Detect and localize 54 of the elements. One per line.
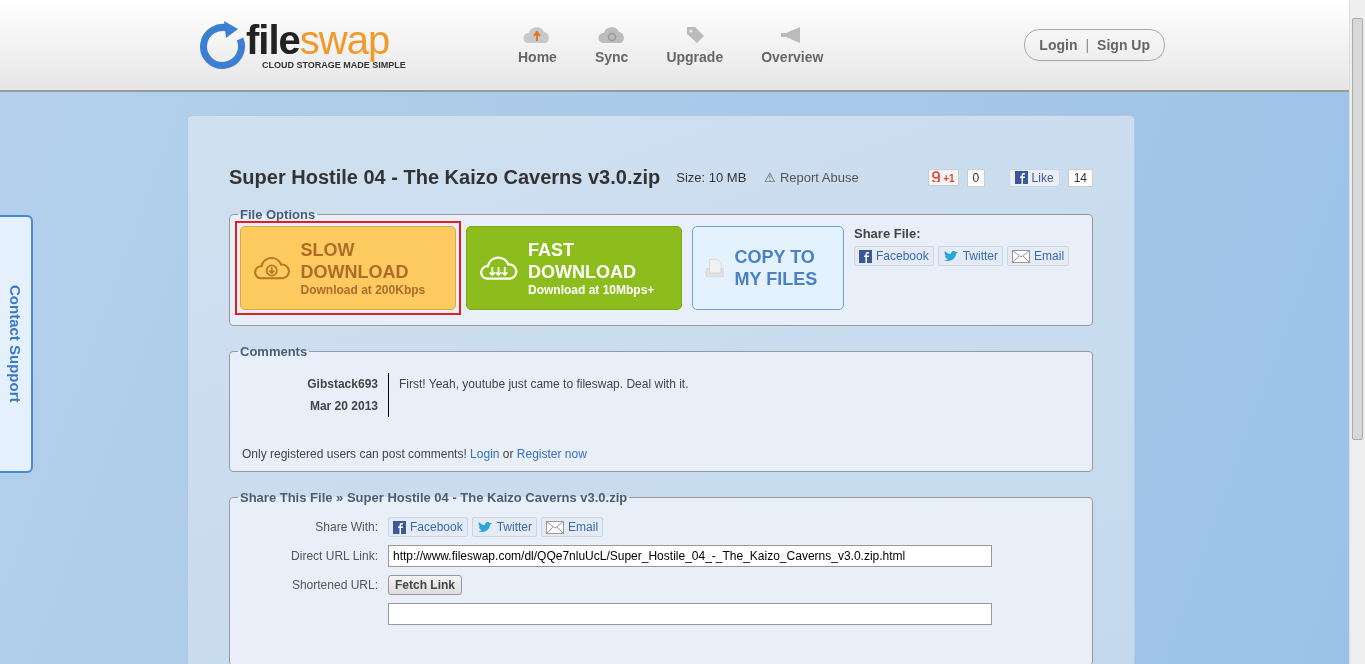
nav-link[interactable]: Overview xyxy=(761,25,824,65)
section-legend: File Options xyxy=(238,207,318,222)
like-button[interactable]: Like xyxy=(1009,168,1060,187)
field-label: Shortened URL: xyxy=(290,578,378,592)
facebook-icon xyxy=(1015,170,1029,184)
comment-notice: Only registered users can post comments! xyxy=(242,447,467,461)
url-field[interactable]: http://www.fileswap.com/dl/QQe7nluUcL/Super_Hostile_04_-_The_Kaizo_Caverns_v3.0.zip.html xyxy=(388,545,992,567)
copy-to-files-button[interactable]: COPY TO MY FILES xyxy=(692,226,844,310)
login-link[interactable]: Login xyxy=(470,447,500,461)
report-abuse-link[interactable]: ⚠ Report Abuse xyxy=(764,170,859,185)
scrollbar[interactable] xyxy=(1349,0,1365,664)
share-button[interactable]: Twitter xyxy=(471,517,538,537)
share-button[interactable]: Facebook xyxy=(854,246,934,266)
nav-link[interactable]: Sync xyxy=(594,25,629,65)
field-label: Direct URL Link: xyxy=(290,549,378,563)
bird-icon xyxy=(476,520,493,534)
file-size: Size: 10 MB xyxy=(676,170,747,185)
register-link[interactable]: Register now xyxy=(516,447,587,461)
field-label: Share With: xyxy=(314,520,378,534)
or-text: or xyxy=(502,447,514,461)
facebook-icon xyxy=(859,249,872,263)
comment-text: First! Yeah, youtube just came to fileswap. Deal with it. xyxy=(398,376,689,393)
comment-date: Mar 20 2013 xyxy=(308,398,378,415)
logo-wordmark[interactable]: fileswap xyxy=(246,20,406,60)
input-field[interactable] xyxy=(388,603,992,625)
google-plus-button[interactable]: +1 xyxy=(928,169,959,186)
google-plus-icon xyxy=(932,171,941,182)
envelope-icon xyxy=(546,520,565,534)
cloud-download-icon xyxy=(479,253,518,283)
comment-author: Gibstack693 xyxy=(306,376,378,393)
cloud-sync-icon xyxy=(596,25,627,45)
envelope-icon xyxy=(1012,249,1031,263)
contact-support-tab[interactable]: Contact Support xyxy=(0,215,33,473)
circular-arrow-icon xyxy=(200,19,246,71)
fetch-link-button[interactable]: Fetch Link xyxy=(388,575,462,595)
separator: | xyxy=(1085,37,1090,53)
bird-icon xyxy=(942,249,959,263)
share-button[interactable]: Email xyxy=(1007,246,1070,266)
nav-link[interactable]: Home xyxy=(518,25,557,65)
section-legend: Comments xyxy=(238,344,310,359)
share-button[interactable]: Twitter xyxy=(937,246,1004,266)
scrollbar-thumb[interactable] xyxy=(1352,18,1363,440)
plus-count: 0 xyxy=(966,168,986,187)
slow-download-button[interactable]: SLOW DOWNLOAD Download at 200Kbps xyxy=(240,226,456,310)
like-count: 14 xyxy=(1067,168,1093,187)
file-title: Super Hostile 04 - The Kaizo Caverns v3.0.zip xyxy=(229,166,661,189)
share-button[interactable]: Facebook xyxy=(388,517,468,537)
nav-link[interactable]: Upgrade xyxy=(666,25,724,65)
share-label: Share File: xyxy=(854,226,922,241)
section-legend: Share This File » Super Hostile 04 - The Kaizo Caverns v3.0.zip xyxy=(238,490,630,505)
login-link[interactable]: Login xyxy=(1039,37,1078,53)
signup-link[interactable]: Sign Up xyxy=(1097,37,1150,53)
share-button[interactable]: Email xyxy=(541,517,604,537)
facebook-icon xyxy=(393,520,406,534)
